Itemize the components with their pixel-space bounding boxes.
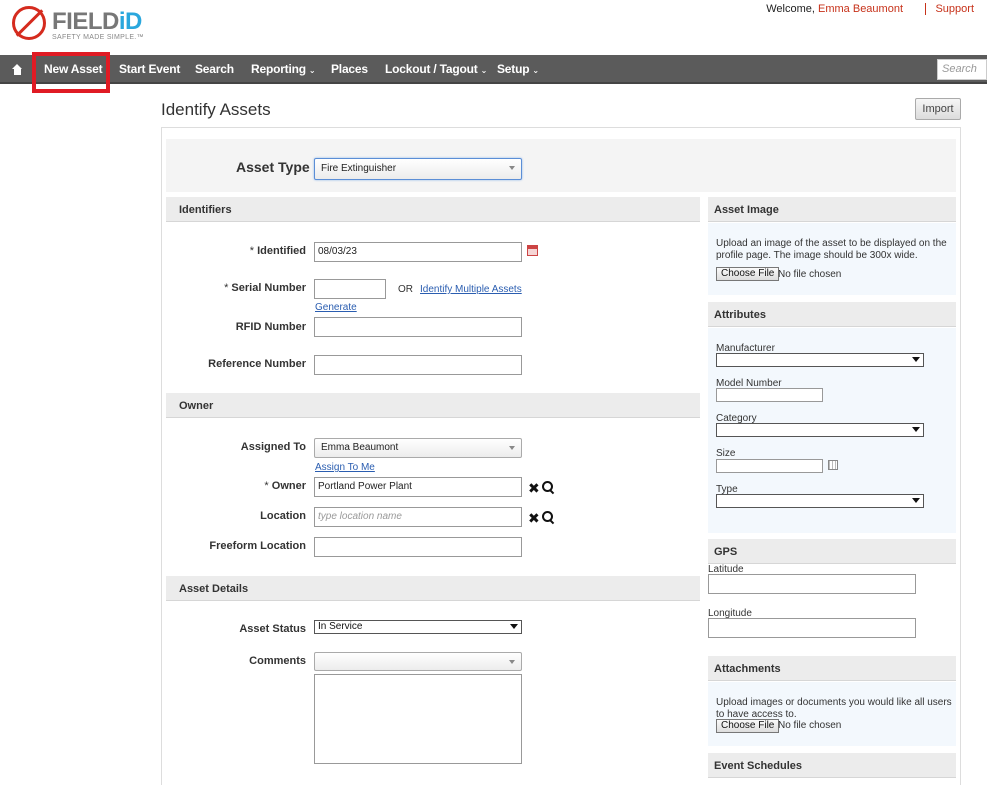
- generate-link[interactable]: Generate: [315, 302, 357, 313]
- attachments-description: Upload images or documents you would lik…: [716, 697, 952, 720]
- comments-template-select[interactable]: [314, 652, 522, 671]
- comments-textarea[interactable]: [314, 674, 522, 764]
- dropdown-arrow-icon: [509, 446, 515, 450]
- nav-setup[interactable]: Setup ⌄: [497, 55, 539, 84]
- gps-heading: GPS: [708, 539, 956, 564]
- reference-number-input[interactable]: [314, 355, 522, 375]
- serial-number-label: * Serial Number: [224, 282, 306, 294]
- size-input[interactable]: [716, 459, 823, 473]
- clear-location-icon[interactable]: ✖: [528, 511, 540, 525]
- dropdown-arrow-icon: [912, 427, 920, 432]
- assigned-to-label: Assigned To: [240, 441, 306, 453]
- new-asset-highlight: [32, 52, 110, 93]
- longitude-input[interactable]: [708, 618, 916, 638]
- nav-lockout-tagout[interactable]: Lockout / Tagout ⌄: [385, 55, 487, 84]
- dropdown-arrow-icon: [510, 624, 518, 629]
- chevron-down-icon: ⌄: [308, 66, 316, 75]
- owner-label: * Owner: [264, 480, 306, 492]
- owner-heading: Owner: [166, 393, 700, 418]
- asset-image-description: Upload an image of the asset to be displ…: [716, 238, 947, 261]
- attributes-heading: Attributes: [708, 302, 956, 327]
- nav-start-event[interactable]: Start Event: [119, 55, 180, 84]
- home-icon[interactable]: [12, 64, 23, 75]
- logo-tagline: SAFETY MADE SIMPLE.™: [52, 34, 144, 41]
- location-label: Location: [260, 510, 306, 522]
- unit-converter-icon[interactable]: [828, 460, 838, 470]
- asset-image-choose-file-button[interactable]: Choose File: [716, 267, 780, 281]
- support-link[interactable]: Support: [925, 3, 974, 15]
- nav-places[interactable]: Places: [331, 55, 368, 84]
- reference-number-label: Reference Number: [208, 358, 306, 370]
- rfid-label: RFID Number: [235, 321, 306, 333]
- user-name-link[interactable]: Emma Beaumont: [818, 3, 903, 15]
- dropdown-arrow-icon: [509, 660, 515, 664]
- page-title: Identify Assets: [161, 100, 271, 119]
- chevron-down-icon: ⌄: [532, 66, 539, 75]
- asset-type-label: Asset Type: [236, 159, 310, 175]
- identify-multiple-assets-link[interactable]: Identify Multiple Assets: [420, 284, 522, 295]
- fieldid-logo-icon: [12, 6, 46, 40]
- location-input[interactable]: type location name: [314, 507, 522, 527]
- import-button[interactable]: Import: [915, 98, 961, 120]
- manufacturer-select[interactable]: [716, 353, 924, 367]
- type-select[interactable]: [716, 494, 924, 508]
- dropdown-arrow-icon: [912, 498, 920, 503]
- identified-label: * Identified: [249, 245, 306, 257]
- model-number-input[interactable]: [716, 388, 823, 402]
- event-schedules-heading: Event Schedules: [708, 753, 956, 778]
- assigned-to-select[interactable]: Emma Beaumont: [314, 438, 522, 458]
- asset-status-label: Asset Status: [239, 623, 306, 635]
- welcome-text: Welcome, Emma Beaumont: [766, 3, 903, 15]
- identified-date-input[interactable]: 08/03/23: [314, 242, 522, 262]
- category-select[interactable]: [716, 423, 924, 437]
- size-label: Size: [716, 448, 736, 459]
- calendar-icon[interactable]: [527, 245, 538, 256]
- logo-wordmark: FIELDiD: [52, 8, 142, 35]
- latitude-input[interactable]: [708, 574, 916, 594]
- clear-owner-icon[interactable]: ✖: [528, 481, 540, 495]
- dropdown-arrow-icon: [509, 166, 515, 170]
- identifiers-heading: Identifiers: [166, 197, 700, 222]
- rfid-input[interactable]: [314, 317, 522, 337]
- or-text: OR: [398, 284, 413, 295]
- nav-reporting[interactable]: Reporting ⌄: [251, 55, 316, 84]
- nav-search[interactable]: Search: [195, 55, 234, 84]
- attachments-no-file-text: No file chosen: [778, 720, 842, 731]
- chevron-down-icon: ⌄: [480, 66, 488, 75]
- freeform-location-label: Freeform Location: [209, 540, 306, 552]
- attachments-choose-file-button[interactable]: Choose File: [716, 719, 780, 733]
- main-nav: New Asset Start Event Search Reporting ⌄ …: [0, 55, 987, 84]
- comments-label: Comments: [249, 655, 306, 667]
- dropdown-arrow-icon: [912, 357, 920, 362]
- search-owner-icon[interactable]: [542, 481, 555, 494]
- nav-search-input[interactable]: Search: [937, 59, 987, 80]
- freeform-location-input[interactable]: [314, 537, 522, 557]
- asset-details-heading: Asset Details: [166, 576, 700, 601]
- fieldid-logo[interactable]: FIELDiD SAFETY MADE SIMPLE.™: [12, 6, 152, 46]
- asset-image-heading: Asset Image: [708, 197, 956, 222]
- serial-number-input[interactable]: [314, 279, 386, 299]
- owner-input[interactable]: Portland Power Plant: [314, 477, 522, 497]
- asset-status-select[interactable]: In Service: [314, 620, 522, 634]
- assign-to-me-link[interactable]: Assign To Me: [315, 462, 375, 473]
- search-location-icon[interactable]: [542, 511, 555, 524]
- asset-image-no-file-text: No file chosen: [778, 269, 842, 280]
- asset-type-select[interactable]: Fire Extinguisher: [314, 158, 522, 180]
- attachments-heading: Attachments: [708, 656, 956, 681]
